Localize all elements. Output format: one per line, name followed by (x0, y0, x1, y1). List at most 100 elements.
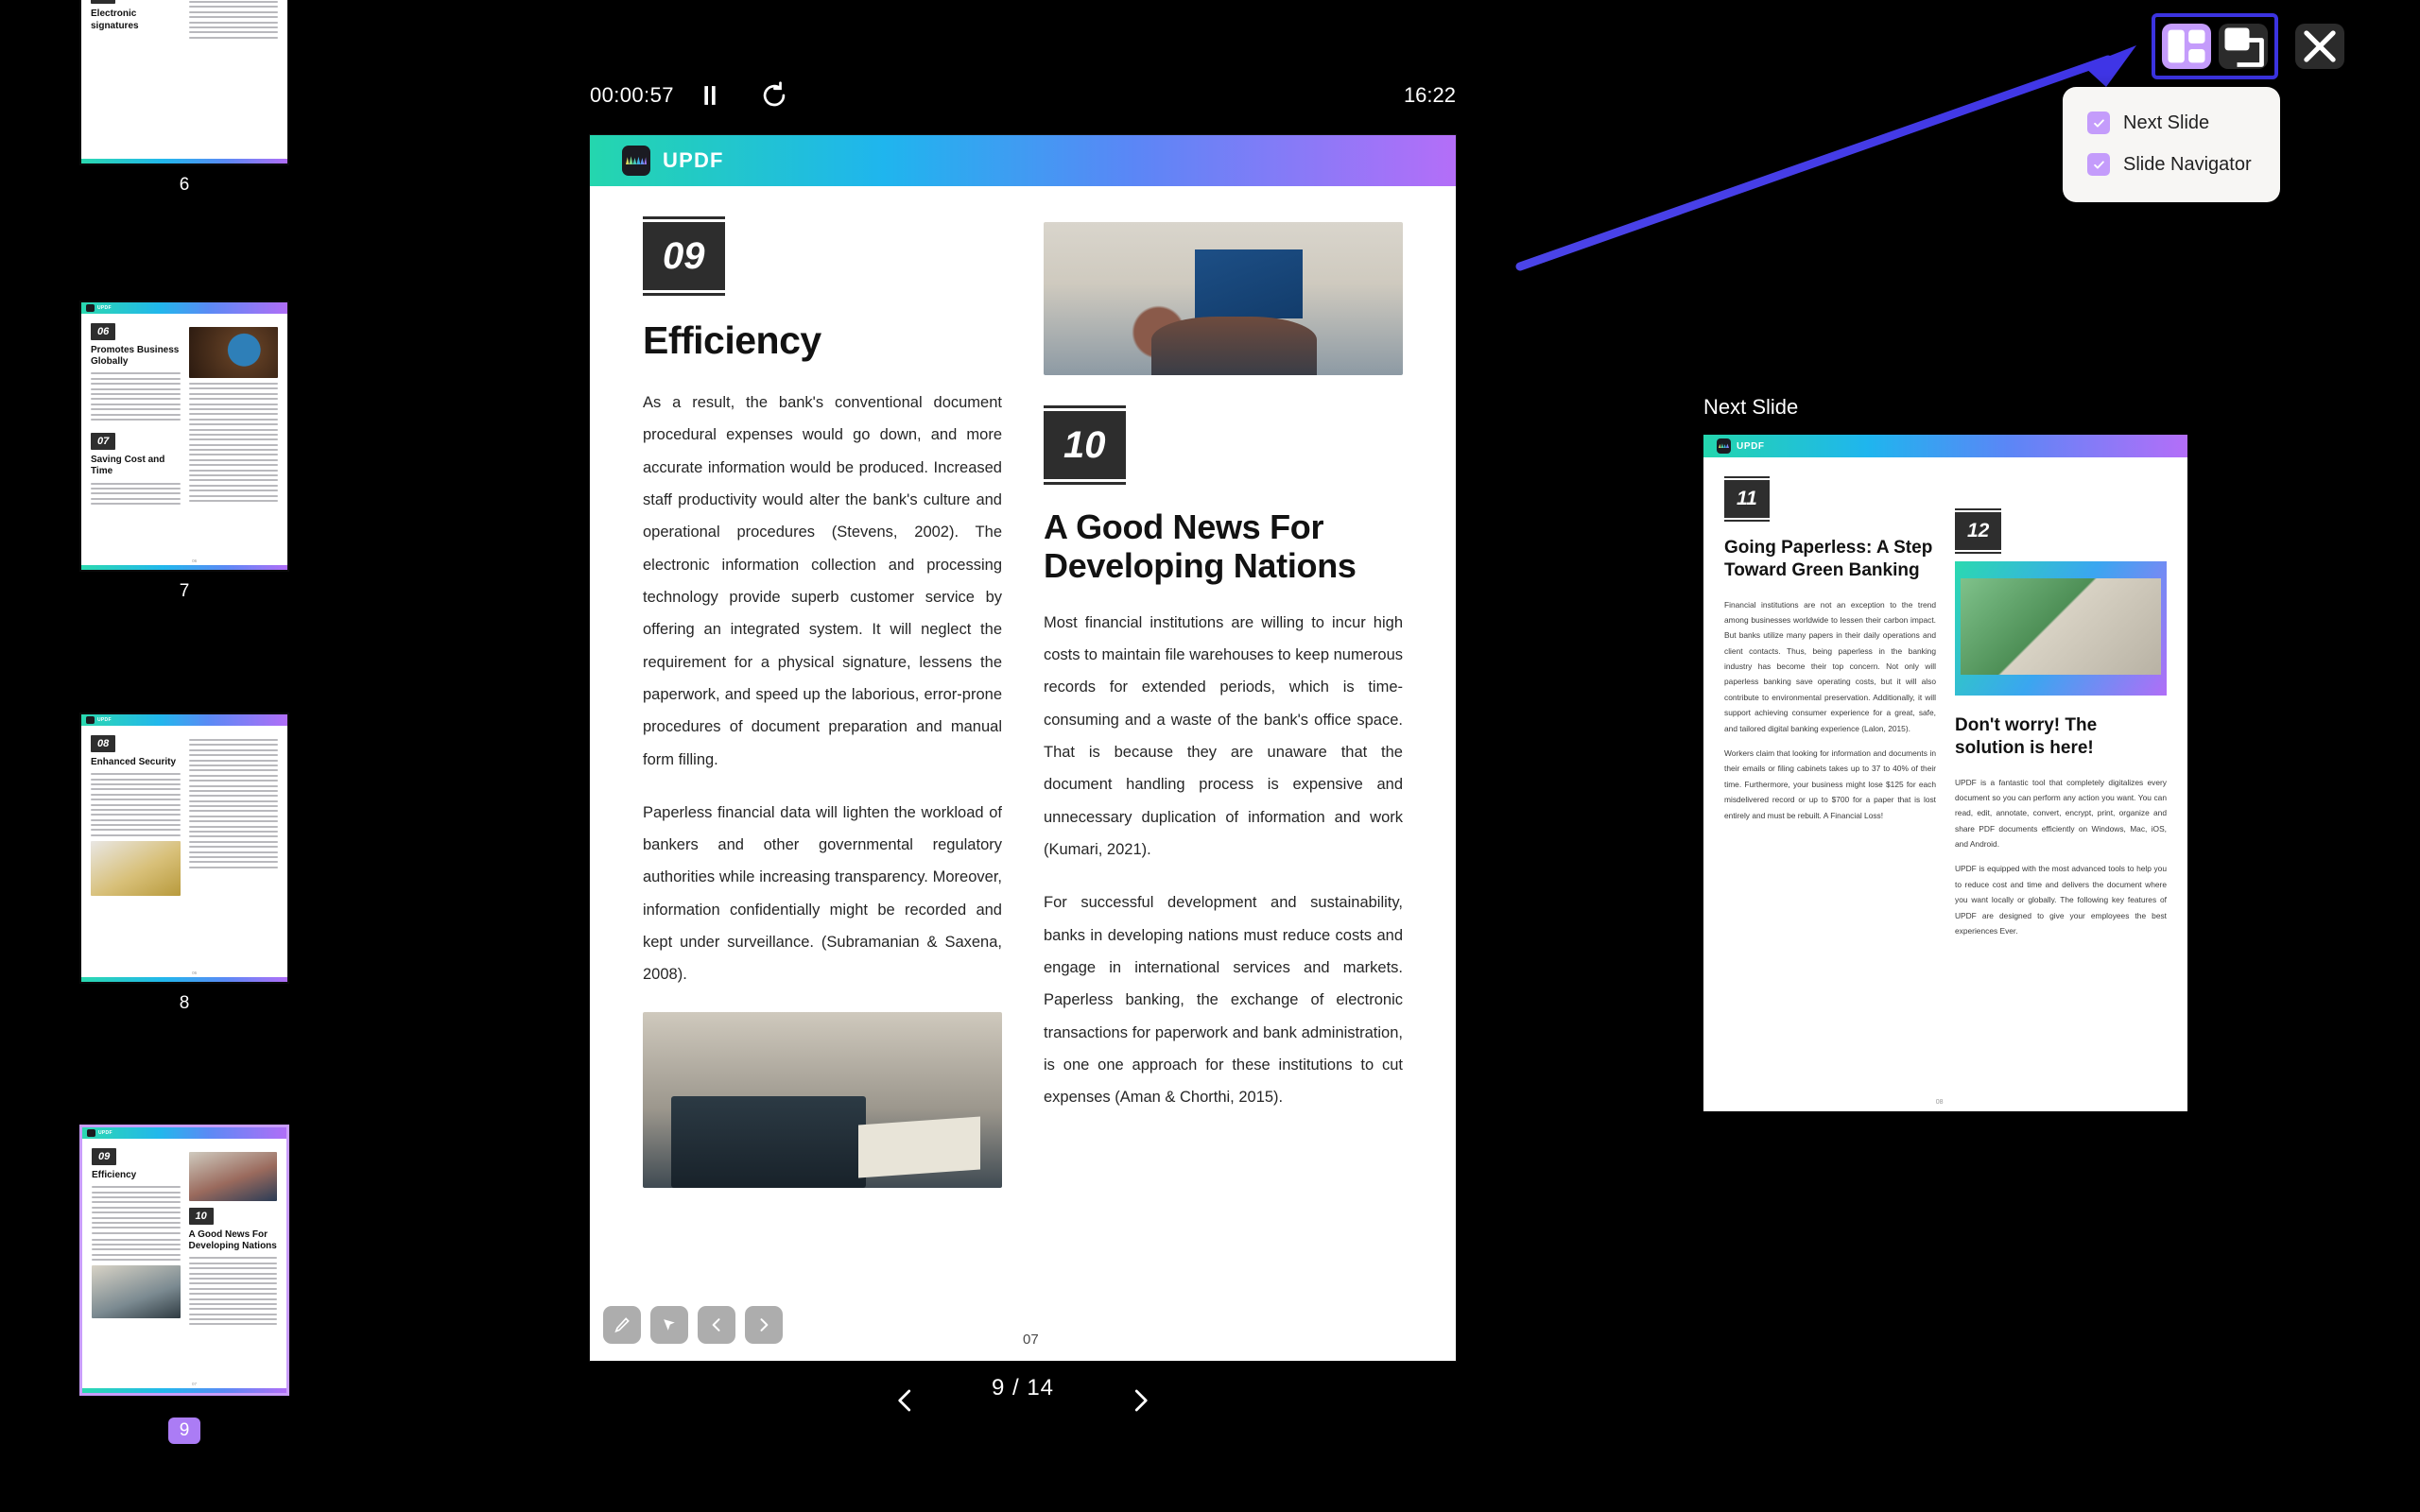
thumbnail-8[interactable]: UPDF 08 Enhanced Security 06 (79, 713, 289, 984)
presenter-toolbar[interactable] (2152, 13, 2344, 79)
thumbnail-8-wrap[interactable]: UPDF 08 Enhanced Security 06 8 (79, 713, 289, 1014)
section-heading-efficiency: Efficiency (643, 318, 821, 362)
next-page-button[interactable] (1126, 1386, 1154, 1415)
thumb-page-number: 06 (192, 558, 198, 563)
paragraph: UPDF is equipped with the most advanced … (1955, 864, 2167, 936)
slide-floating-toolbar[interactable] (603, 1306, 783, 1344)
two-women-office-photo (1044, 222, 1403, 375)
slide-navigator[interactable]: UPDF 05 Electronic signatures (0, 0, 312, 1512)
prev-page-button[interactable] (891, 1386, 920, 1415)
text-lines (92, 1238, 181, 1262)
page-navigation[interactable]: 9 / 14 (590, 1375, 1456, 1441)
thumb-body: 06 Promotes Business Globally 07 Saving … (81, 314, 287, 565)
slide-header-bar: UPDF (590, 135, 1456, 186)
paragraph: Workers claim that looking for informati… (1724, 748, 1936, 820)
thumb-page-label: 8 (179, 993, 190, 1013)
thumb-block-heading: Efficiency (92, 1170, 137, 1180)
thumb-page-label-selected: 9 (167, 1418, 201, 1444)
updf-logo-icon (86, 716, 95, 724)
updf-wordmark: UPDF (1737, 440, 1765, 452)
page-counter-text: 9 / 14 (991, 1375, 1055, 1400)
elapsed-time: 00:00:57 (590, 83, 674, 107)
updf-logo-icon (622, 146, 650, 176)
thumb-block-number: 10 (188, 1208, 214, 1225)
man-laptop-greenwall-photo (1958, 576, 2164, 678)
pointer-icon[interactable] (650, 1306, 688, 1344)
wall-clock: 16:22 (1403, 83, 1456, 107)
slide-right-column: 10 A Good News For Developing Nations Mo… (1023, 222, 1403, 1361)
paragraph: For successful development and sustainab… (1044, 894, 1403, 1107)
checkbox-checked-icon[interactable] (2087, 153, 2110, 176)
text-lines (188, 1257, 277, 1326)
thumbnail-7[interactable]: UPDF 06 Promotes Business Globally 07 Sa… (79, 301, 289, 572)
thumb-block-number: 09 (92, 1148, 117, 1165)
thumb-block-number: 08 (91, 735, 116, 752)
pen-icon[interactable] (603, 1306, 641, 1344)
thumb-block-heading: Enhanced Security (91, 757, 177, 767)
thumb-page-label: 7 (179, 581, 190, 601)
chevron-right-icon[interactable] (745, 1306, 783, 1344)
menu-item-label: Slide Navigator (2123, 153, 2252, 175)
updf-logo-icon (86, 304, 95, 312)
thumb-header-bar: UPDF (81, 714, 287, 726)
thumb-block-heading: A Good News For Developing Nations (188, 1229, 277, 1252)
thumbnail-6[interactable]: UPDF 05 Electronic signatures (79, 0, 289, 165)
next-slide-content: 11 Going Paperless: A Step Toward Green … (1703, 457, 2187, 1111)
thumbnail-6-wrap[interactable]: UPDF 05 Electronic signatures (79, 0, 289, 196)
checkbox-checked-icon[interactable] (2087, 112, 2110, 134)
view-toggle-group-highlighted[interactable] (2152, 13, 2278, 79)
thumb-block-number: 05 (91, 0, 116, 5)
thumb-body: 05 Electronic signatures (81, 0, 287, 159)
thumb-footer-bar (82, 1388, 286, 1393)
desk-laptop-notes-photo (643, 1011, 1002, 1188)
thumb-footer-bar (81, 977, 287, 982)
section-heading-dont-worry: Don't worry! The solution is here! (1955, 715, 2098, 758)
section-number-09: 09 (643, 216, 725, 296)
text-lines (91, 773, 181, 836)
photo-frame (1955, 561, 2167, 696)
thumb-block-number: 06 (91, 323, 116, 340)
current-slide[interactable]: UPDF 09 Efficiency As a result, the bank… (590, 135, 1456, 1361)
thumb-body: 08 Enhanced Security 06 (81, 726, 287, 977)
updf-logo-icon (1717, 438, 1731, 454)
next-slide-preview[interactable]: UPDF 11 Going Paperless: A Step Toward G… (1703, 435, 2187, 1111)
slide-left-column: 09 Efficiency As a result, the bank's co… (643, 216, 1002, 1361)
thumb-photo (188, 327, 278, 378)
next-slide-page-number: 08 (1935, 1099, 1944, 1106)
thumbnail-9-selected[interactable]: UPDF 09 Efficiency 10 A Good News For De… (79, 1125, 289, 1396)
paragraph: Most financial institutions are willing … (1044, 613, 1403, 858)
next-slide-left-column: 11 Going Paperless: A Step Toward Green … (1724, 476, 1936, 1111)
secondary-window-icon[interactable] (2219, 24, 2268, 69)
text-lines (91, 482, 181, 506)
thumb-block-heading: Promotes Business Globally (91, 345, 180, 368)
thumb-photo (91, 840, 181, 896)
thumbnail-7-wrap[interactable]: UPDF 06 Promotes Business Globally 07 Sa… (79, 301, 289, 602)
next-slide-panel: Next Slide UPDF 11 Going Paperless: A St… (1703, 395, 2187, 1111)
updf-wordmark: UPDF (97, 305, 112, 311)
presenter-view: UPDF 05 Electronic signatures (0, 0, 2420, 1512)
menu-item-slide-navigator[interactable]: Slide Navigator (2063, 144, 2280, 185)
menu-item-next-slide[interactable]: Next Slide (2063, 102, 2280, 144)
slide-header-bar: UPDF (1703, 435, 2187, 457)
view-options-menu[interactable]: Next Slide Slide Navigator (2063, 87, 2280, 202)
close-icon[interactable] (2295, 24, 2344, 69)
section-number-11: 11 (1724, 476, 1770, 522)
section-number-12: 12 (1955, 508, 2002, 554)
thumb-footer-bar (81, 565, 287, 570)
restart-icon[interactable] (758, 79, 790, 112)
text-lines (92, 1186, 181, 1234)
thumb-body: 09 Efficiency 10 A Good News For Develop (82, 1139, 286, 1388)
page-indicator: 9 / 14 (992, 1375, 1054, 1401)
paragraph: Financial institutions are not an except… (1724, 599, 1936, 733)
section-heading-going-paperless: Going Paperless: A Step Toward Green Ban… (1724, 538, 1933, 580)
thumb-page-number: 07 (191, 1382, 197, 1386)
thumb-footer-bar (81, 159, 287, 163)
chevron-left-icon[interactable] (698, 1306, 735, 1344)
text-lines (188, 739, 278, 868)
pause-icon[interactable] (694, 79, 726, 112)
timer-row: 00:00:57 16:22 (590, 81, 1456, 115)
paragraph: As a result, the bank's conventional doc… (643, 394, 1002, 768)
paragraph: UPDF is a fantastic tool that completely… (1955, 777, 2167, 850)
presenter-layout-icon[interactable] (2162, 24, 2211, 69)
thumbnail-9-wrap[interactable]: UPDF 09 Efficiency 10 A Good News For De… (79, 1125, 289, 1444)
